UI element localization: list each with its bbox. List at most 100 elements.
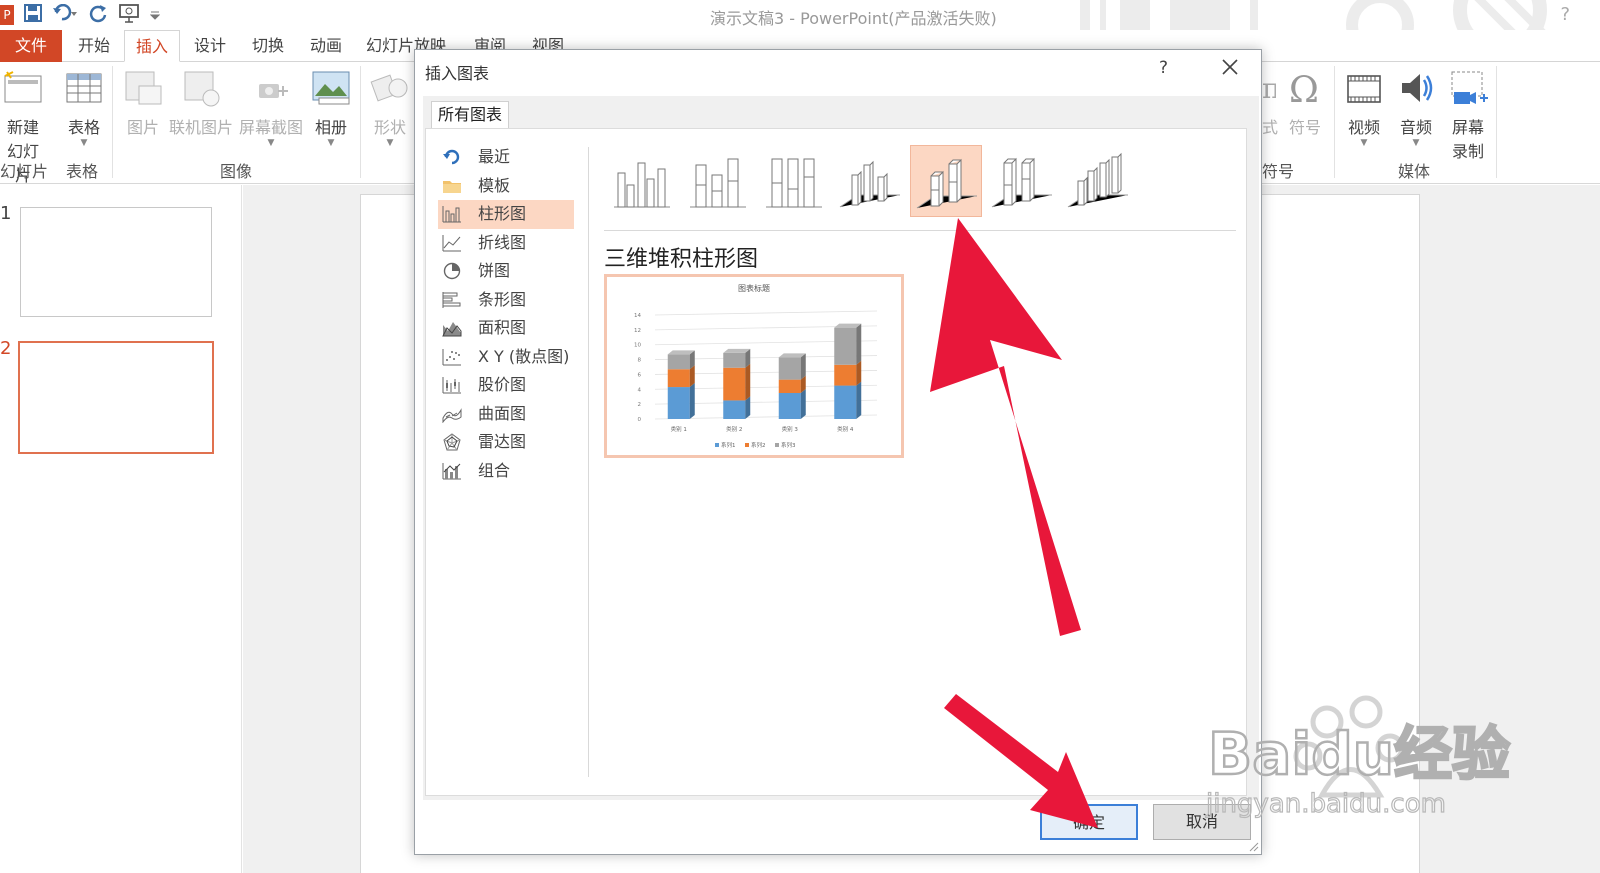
category-line[interactable]: 折线图: [438, 229, 574, 258]
y-tick-label: 12: [634, 328, 641, 334]
video-dropdown-caret: ▼: [1360, 138, 1368, 148]
subtype-stacked-column[interactable]: [682, 145, 754, 217]
customize-qat-icon[interactable]: [149, 5, 161, 26]
picture-icon: [125, 71, 162, 105]
chart-subtype-gallery: [606, 145, 1256, 221]
shapes-button[interactable]: 形状 ▼: [368, 68, 412, 148]
category-column[interactable]: 柱形图: [438, 200, 574, 229]
tab-design[interactable]: 设计: [184, 30, 236, 62]
category-radar[interactable]: 雷达图: [438, 428, 574, 457]
subtype-3d-percent-stacked-column[interactable]: [986, 145, 1058, 217]
powerpoint-app-icon[interactable]: P: [0, 5, 14, 25]
bar-segment: [834, 327, 857, 365]
table-dropdown-caret: ▼: [80, 138, 88, 148]
bar-segment: [723, 367, 746, 401]
category-label: 类别 1: [671, 425, 687, 433]
y-tick-label: 2: [638, 402, 642, 408]
online-picture-button[interactable]: 联机图片: [168, 68, 234, 138]
area-chart-icon: [442, 322, 462, 337]
group-separator: [112, 66, 113, 178]
subtype-3d-stacked-column[interactable]: [910, 145, 982, 217]
photo-album-button[interactable]: 相册 ▼: [308, 68, 354, 148]
bar-segment: [834, 364, 857, 386]
symbol-button[interactable]: Ω 符号: [1284, 68, 1326, 138]
equation-button[interactable]: π 式: [1262, 68, 1279, 138]
subtype-clustered-column[interactable]: [606, 145, 678, 217]
svg-text:π: π: [1262, 72, 1276, 105]
bar-segment-side: [856, 360, 862, 386]
tab-transitions[interactable]: 切换: [242, 30, 294, 62]
resize-grip-icon[interactable]: [1249, 842, 1259, 852]
start-slideshow-icon[interactable]: [118, 3, 140, 28]
category-bar[interactable]: 条形图: [438, 286, 574, 315]
column-chart-icon: [442, 206, 461, 223]
new-slide-label-1: 新建: [6, 118, 39, 137]
screenshot-dropdown-caret: ▼: [267, 138, 275, 148]
subtype-3d-clustered-column[interactable]: [834, 145, 906, 217]
audio-button[interactable]: 音频 ▼: [1394, 68, 1438, 148]
tab-insert[interactable]: 插入: [124, 30, 180, 62]
stock-chart-icon: [442, 377, 461, 394]
powerpoint-window: P 演示文稿3 - PowerPoint(产品激活失败) ? 文件 开始 插入 …: [0, 0, 1600, 873]
tab-home[interactable]: 开始: [68, 30, 120, 62]
tab-all-charts[interactable]: 所有图表: [431, 101, 510, 128]
dialog-help-button[interactable]: ?: [1159, 58, 1168, 78]
category-recent[interactable]: 最近: [438, 143, 574, 172]
window-title: 演示文稿3 - PowerPoint(产品激活失败): [710, 9, 997, 28]
cancel-button[interactable]: 取消: [1153, 804, 1251, 840]
subtype-3d-column[interactable]: [1062, 145, 1134, 217]
category-pie[interactable]: 饼图: [438, 257, 574, 286]
subtype-percent-stacked-column[interactable]: [758, 145, 830, 217]
category-label: 组合: [478, 460, 511, 480]
legend-label: 系列1: [721, 441, 736, 449]
screenshot-button[interactable]: 屏幕截图 ▼: [238, 68, 304, 148]
category-combo[interactable]: 组合: [438, 457, 574, 486]
y-tick-label: 14: [634, 313, 641, 319]
bar-segment-side: [856, 323, 862, 365]
line-chart-icon: [442, 234, 461, 251]
category-label: 折线图: [478, 232, 527, 252]
chart-title: 图表标题: [738, 283, 770, 293]
audio-label: 音频: [1399, 118, 1432, 137]
category-area[interactable]: 面积图: [438, 314, 574, 343]
dialog-body: 所有图表 最近 模板 柱形图 折线图 饼图 条形图 面积图 X Y (散点图) …: [423, 96, 1259, 800]
legend-label: 系列2: [751, 441, 766, 449]
video-button[interactable]: 视频 ▼: [1342, 68, 1386, 148]
category-label: 雷达图: [478, 432, 527, 451]
percent-stacked-column-icon: [766, 158, 822, 208]
picture-button[interactable]: 图片: [122, 68, 164, 138]
chart-preview-svg: 图表标题 0 2 4 6 8 10 12 14 类别 1 类别 2 类别 3 类别 4 系列1 系列2…: [634, 283, 878, 449]
slide-thumbnail-panel: 1 2: [0, 185, 242, 873]
dialog-title: 插入图表: [425, 64, 490, 83]
bar-chart-icon: [442, 291, 461, 308]
tab-file[interactable]: 文件: [0, 30, 62, 62]
group-label-media: 媒体: [1398, 162, 1431, 181]
bar-segment-side: [800, 389, 806, 419]
dialog-close-button[interactable]: [1221, 54, 1239, 82]
tab-animations[interactable]: 动画: [300, 30, 352, 62]
pie-chart-icon: [443, 262, 461, 280]
redo-icon[interactable]: [88, 3, 108, 28]
quick-access-toolbar: P: [0, 2, 161, 28]
save-icon[interactable]: [24, 3, 42, 27]
category-label: X Y (散点图): [478, 346, 570, 366]
category-stock[interactable]: 股价图: [438, 371, 574, 400]
table-button[interactable]: 表格 ▼: [62, 68, 106, 148]
undo-icon[interactable]: [52, 3, 78, 27]
bar-segment: [667, 354, 690, 370]
photo-album-label: 相册: [314, 118, 347, 137]
category-scatter[interactable]: X Y (散点图): [438, 343, 574, 372]
y-tick-label: 4: [638, 387, 642, 393]
category-surface[interactable]: 曲面图: [438, 400, 574, 429]
equation-label: 式: [1262, 118, 1279, 137]
screen-recording-button[interactable]: 屏幕 录制: [1446, 68, 1490, 162]
chart-legend: 系列1 系列2 系列3: [715, 441, 796, 449]
category-templates[interactable]: 模板: [438, 172, 574, 201]
ok-button[interactable]: 确定: [1040, 804, 1138, 840]
slide-thumbnail-1[interactable]: [20, 207, 212, 317]
symbol-label: 符号: [1288, 118, 1321, 137]
legend-swatch: [715, 443, 719, 447]
close-icon: [1222, 59, 1238, 75]
slide-thumbnail-2[interactable]: [18, 341, 214, 454]
bar-segment: [723, 400, 746, 419]
